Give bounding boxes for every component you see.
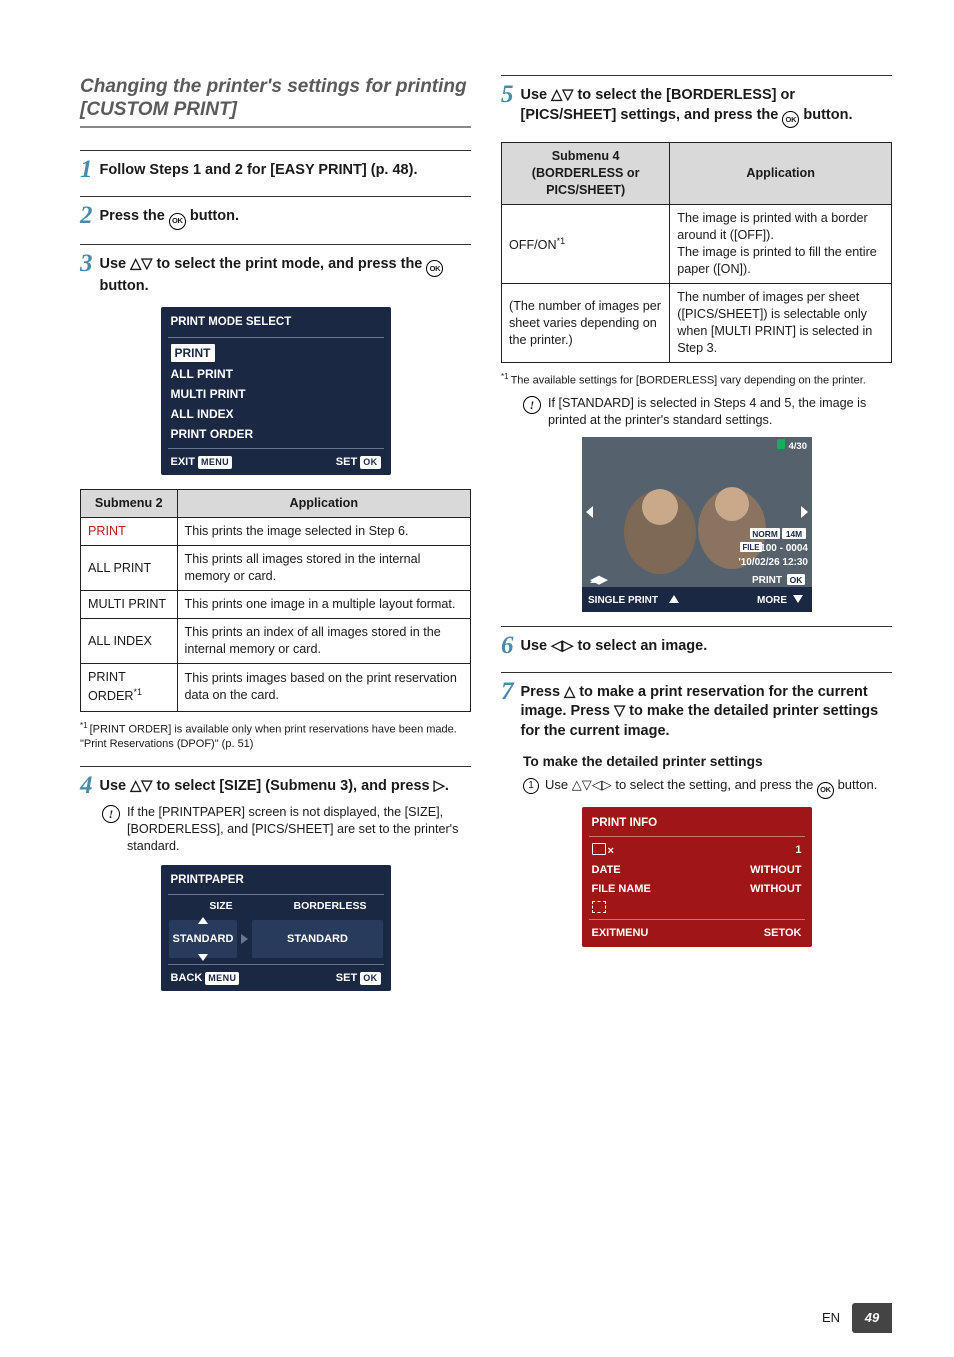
step-number-5: 5 [501,82,514,107]
step-4-text: Use △▽ to select [SIZE] (Submenu 3), and… [100,775,472,797]
menu-item-print-order: PRINT ORDER [171,424,381,444]
print-info-screen: PRINT INFO ×1 DATEWITHOUT FILE NAMEWITHO… [582,807,812,947]
ok-badge: OK [360,972,380,984]
svg-text:100 - 0004: 100 - 0004 [760,543,808,554]
step-2-text: Press the OK button. [100,205,472,230]
step-number-1: 1 [80,157,93,182]
note-step4: ! If the [PRINTPAPER] screen is not disp… [102,804,471,855]
step-7-text: Press △ to make a print reservation for … [521,681,893,742]
svg-text:FILE: FILE [742,543,759,552]
caution-icon: ! [102,805,120,823]
svg-text:NORM: NORM [752,529,778,539]
menu-badge: MENU [198,456,232,468]
photo-preview: 4/30 NORM 14M FILE 100 - 0004 '10/02/26 … [582,437,812,612]
svg-text:◀▶: ◀▶ [589,574,607,586]
svg-text:'10/02/26 12:30: '10/02/26 12:30 [738,557,808,568]
ok-icon: OK [426,260,443,277]
substep-1: 1 Use △▽◁▷ to select the setting, and pr… [523,776,892,799]
menu-item-all-print: ALL PRINT [171,364,381,384]
submenu4-table: Submenu 4(BORDERLESS or PICS/SHEET)Appli… [501,142,892,363]
ok-icon: OK [169,213,186,230]
svg-text:PRINT: PRINT [752,575,782,586]
submenu2-table: Submenu 2Application PRINTThis prints th… [80,489,471,711]
menu-item-all-index: ALL INDEX [171,404,381,424]
print-mode-screen: PRINT MODE SELECT PRINT ALL PRINT MULTI … [161,307,391,475]
svg-text:OK: OK [789,575,803,585]
ok-badge: OK [360,456,380,468]
step-5-text: Use △▽ to select the [BORDERLESS] or [PI… [521,84,893,128]
ok-icon: OK [817,782,834,799]
menu-item-print: PRINT [171,344,215,362]
step-number-6: 6 [501,633,514,658]
step-number-7: 7 [501,679,514,704]
printer-icon [592,843,606,855]
step-number-3: 3 [80,251,93,276]
trim-icon [592,901,606,913]
step-number-2: 2 [80,203,93,228]
step-1-text: Follow Steps 1 and 2 for [EASY PRINT] (p… [100,159,472,181]
step-number-4: 4 [80,773,93,798]
right-arrow-icon [241,934,248,944]
step-3-text: Use △▽ to select the print mode, and pre… [100,253,472,297]
svg-text:14M: 14M [785,529,801,539]
svg-text:SINGLE PRINT: SINGLE PRINT [588,595,658,606]
caution-icon: ! [523,396,541,414]
printpaper-screen: PRINTPAPER SIZEBORDERLESS STANDARD STAND… [161,865,391,991]
substep-number-icon: 1 [523,778,539,794]
menu-badge: MENU [616,927,648,939]
svg-text:MORE: MORE [757,595,787,606]
detailed-settings-title: To make the detailed printer settings [523,753,892,772]
menu-badge: MENU [205,972,239,984]
step-6-text: Use ◁▷ to select an image. [521,635,893,657]
section-title: Changing the printer's settings for prin… [80,75,471,128]
menu-item-multi-print: MULTI PRINT [171,384,381,404]
footer-page-tab: 49 [852,1303,892,1333]
footnote-sub4: *1The available settings for [BORDERLESS… [501,372,892,389]
svg-text:4/30: 4/30 [788,441,807,452]
footnote-sub2: *1[PRINT ORDER] is available only when p… [80,721,471,752]
ok-icon: OK [782,111,799,128]
note-step5: ! If [STANDARD] is selected in Steps 4 a… [523,395,892,429]
ok-badge: OK [785,927,802,939]
footer-lang: EN [822,1309,840,1327]
